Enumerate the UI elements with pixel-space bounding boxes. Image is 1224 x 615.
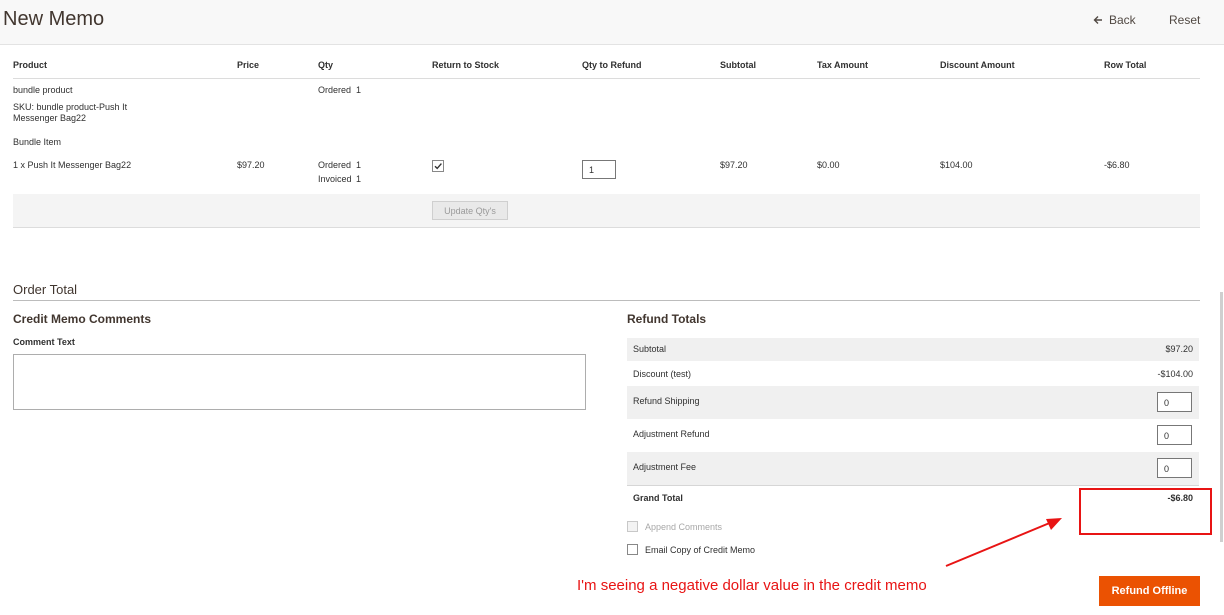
invoiced-label: Invoiced bbox=[318, 174, 352, 184]
table-header-divider bbox=[13, 78, 1200, 79]
col-product: Product bbox=[13, 60, 48, 70]
adjustment-refund-row: Adjustment Refund 0 bbox=[627, 419, 1199, 452]
page-scrollbar[interactable] bbox=[1220, 292, 1223, 542]
col-tax-amount: Tax Amount bbox=[817, 60, 868, 70]
section-divider bbox=[13, 300, 1200, 301]
child-price: $97.20 bbox=[237, 160, 265, 170]
arrow-left-icon bbox=[1093, 16, 1102, 24]
return-to-stock-checkbox[interactable] bbox=[432, 160, 444, 172]
refund-shipping-input[interactable]: 0 bbox=[1157, 392, 1192, 412]
adjustment-fee-input[interactable]: 0 bbox=[1157, 458, 1192, 478]
refund-totals-title: Refund Totals bbox=[627, 312, 707, 326]
update-qtys-button[interactable]: Update Qty's bbox=[432, 201, 508, 220]
child-ordered-qty: Ordered 1 bbox=[318, 160, 361, 171]
refund-shipping-label: Refund Shipping bbox=[633, 396, 700, 406]
ordered-value: 1 bbox=[356, 85, 362, 95]
bundle-item-label: Bundle Item bbox=[13, 137, 62, 147]
grand-total-label: Grand Total bbox=[633, 493, 683, 503]
comment-text-label: Comment Text bbox=[13, 337, 75, 347]
subtotal-value: $97.20 bbox=[1165, 344, 1193, 354]
reset-button[interactable]: Reset bbox=[1169, 13, 1200, 27]
ordered-label: Ordered bbox=[318, 160, 352, 170]
append-comments-option: Append Comments bbox=[627, 521, 722, 532]
qty-to-refund-input[interactable]: 1 bbox=[582, 160, 616, 179]
refund-shipping-row: Refund Shipping 0 bbox=[627, 386, 1199, 419]
order-total-title: Order Total bbox=[13, 282, 78, 297]
col-return-to-stock: Return to Stock bbox=[432, 60, 500, 70]
child-row-total: -$6.80 bbox=[1104, 160, 1130, 170]
col-row-total: Row Total bbox=[1104, 60, 1147, 70]
email-copy-checkbox[interactable] bbox=[627, 544, 638, 555]
append-comments-checkbox bbox=[627, 521, 638, 532]
ordered-value: 1 bbox=[356, 160, 362, 170]
email-copy-option[interactable]: Email Copy of Credit Memo bbox=[627, 544, 755, 555]
parent-product-name: bundle product bbox=[13, 85, 73, 95]
parent-ordered-qty: Ordered 1 bbox=[318, 85, 361, 96]
page-header: New Memo Back Reset bbox=[0, 0, 1224, 45]
adjustment-fee-label: Adjustment Fee bbox=[633, 462, 697, 472]
child-invoiced-qty: Invoiced 1 bbox=[318, 174, 361, 185]
annotation-text: I'm seeing a negative dollar value in th… bbox=[577, 577, 927, 594]
ordered-label: Ordered bbox=[318, 85, 352, 95]
col-subtotal: Subtotal bbox=[720, 60, 756, 70]
discount-label: Discount (test) bbox=[633, 369, 692, 379]
annotation-highlight-box bbox=[1079, 488, 1212, 535]
comment-textarea[interactable] bbox=[13, 354, 586, 410]
refund-discount-row: Discount (test) -$104.00 bbox=[627, 361, 1199, 386]
back-label: Back bbox=[1109, 13, 1136, 27]
discount-value: -$104.00 bbox=[1157, 369, 1193, 379]
col-discount-amount: Discount Amount bbox=[940, 60, 1015, 70]
child-product-name: 1 x Push It Messenger Bag22 bbox=[13, 160, 132, 170]
adjustment-refund-label: Adjustment Refund bbox=[633, 429, 710, 439]
page-title: New Memo bbox=[3, 8, 105, 30]
adjustment-fee-row: Adjustment Fee 0 bbox=[627, 452, 1199, 485]
col-qty: Qty bbox=[318, 60, 334, 70]
append-comments-label: Append Comments bbox=[645, 521, 723, 532]
email-copy-label: Email Copy of Credit Memo bbox=[645, 544, 756, 555]
col-qty-to-refund: Qty to Refund bbox=[582, 60, 642, 70]
checkmark-icon bbox=[434, 163, 442, 170]
parent-product-sku: SKU: bundle product-Push It Messenger Ba… bbox=[13, 102, 128, 123]
child-discount-amount: $104.00 bbox=[940, 160, 973, 170]
refund-offline-button[interactable]: Refund Offline bbox=[1099, 576, 1200, 606]
annotation-arrow-icon bbox=[945, 518, 1062, 567]
child-subtotal: $97.20 bbox=[720, 160, 748, 170]
subtotal-label: Subtotal bbox=[633, 344, 667, 354]
refund-subtotal-row: Subtotal $97.20 bbox=[627, 338, 1199, 361]
child-tax-amount: $0.00 bbox=[817, 160, 840, 170]
adjustment-refund-input[interactable]: 0 bbox=[1157, 425, 1192, 445]
invoiced-value: 1 bbox=[356, 174, 362, 184]
col-price: Price bbox=[237, 60, 260, 70]
back-button[interactable]: Back bbox=[1093, 13, 1136, 27]
table-footer bbox=[13, 194, 1200, 228]
credit-memo-comments-title: Credit Memo Comments bbox=[13, 312, 152, 326]
